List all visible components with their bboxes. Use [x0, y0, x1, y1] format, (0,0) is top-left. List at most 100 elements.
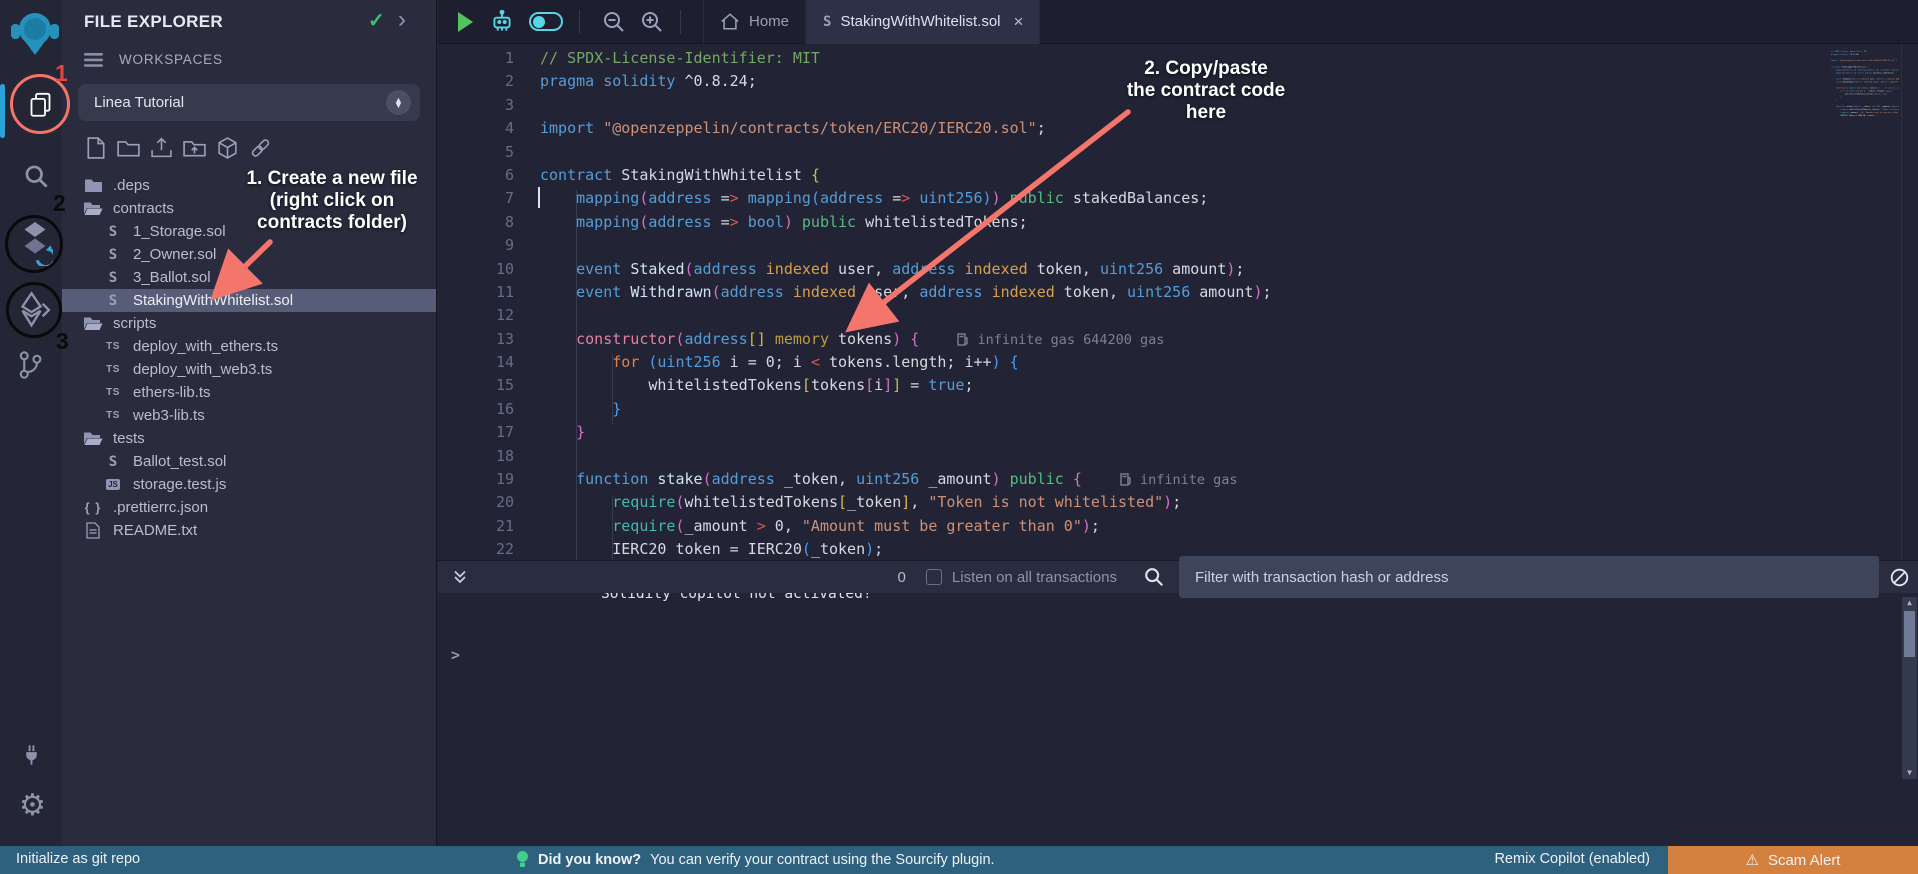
ipfs-cube-icon[interactable]	[216, 136, 239, 159]
tree-item-ethers-lib-ts[interactable]: TSethers-lib.ts	[62, 381, 436, 404]
solidity-file-icon: S	[109, 247, 117, 263]
new-folder-icon[interactable]	[117, 136, 140, 159]
terminal-panel[interactable]: Solidity copilot not activated! > ▲▼	[438, 593, 1918, 846]
editor-scrollbar-gutter[interactable]	[1901, 44, 1918, 560]
line-number: 4	[438, 117, 514, 140]
code-line: }	[540, 421, 1828, 444]
line-number: 5	[438, 141, 514, 164]
tree-item-label: tests	[113, 430, 145, 447]
solidity-file-icon: S	[109, 224, 117, 240]
indent-guide	[612, 354, 613, 424]
tree-item-label: contracts	[113, 200, 174, 217]
tree-item-label: Ballot_test.sol	[133, 453, 226, 470]
close-tab-icon[interactable]: ×	[1014, 12, 1024, 32]
line-number: 15	[438, 374, 514, 397]
tree-item-tests[interactable]: tests	[62, 427, 436, 450]
git-init-button[interactable]: Initialize as git repo	[16, 851, 140, 867]
code-line: // SPDX-License-Identifier: MIT	[540, 47, 1828, 70]
tree-item-label: 3_Ballot.sol	[133, 269, 211, 286]
upload-folder-icon[interactable]	[183, 136, 206, 159]
main-area: HomeSStakingWithWhitelist.sol× 123456789…	[438, 0, 1918, 846]
remix-logo-icon[interactable]	[10, 8, 60, 60]
clear-console-ban-icon[interactable]	[1889, 567, 1910, 588]
tree-item-web3-lib-ts[interactable]: TSweb3-lib.ts	[62, 404, 436, 427]
tree-item-1-storage-sol[interactable]: S 1_Storage.sol	[62, 220, 436, 243]
lightbulb-icon	[516, 850, 529, 869]
tree-item-label: 1_Storage.sol	[133, 223, 226, 240]
tree-item-label: 2_Owner.sol	[133, 246, 216, 263]
javascript-file-icon: JS	[106, 479, 120, 490]
tree-item-contracts[interactable]: contracts	[62, 197, 436, 220]
file-explorer-icon[interactable]	[27, 91, 54, 118]
new-file-icon[interactable]	[84, 136, 107, 159]
tree-item-label: web3-lib.ts	[133, 407, 205, 424]
link-icon[interactable]	[249, 136, 272, 159]
home-icon	[720, 12, 740, 31]
deploy-run-icon[interactable]	[19, 291, 51, 329]
listen-checkbox[interactable]	[926, 569, 942, 585]
git-icon[interactable]	[16, 350, 44, 380]
code-line: mapping(address => bool) public whitelis…	[540, 211, 1828, 234]
tree-item--prettierrc-json[interactable]: { } .prettierrc.json	[62, 496, 436, 519]
transaction-filter-input[interactable]	[1179, 556, 1879, 598]
active-plugin-indicator	[0, 84, 5, 138]
line-number: 8	[438, 211, 514, 234]
scam-alert-button[interactable]: ⚠ Scam Alert	[1668, 846, 1918, 874]
tree-item-label: .deps	[113, 177, 150, 194]
code-editor[interactable]: 12345678910111213141516171819202122 // S…	[438, 44, 1918, 560]
plugin-manager-icon[interactable]	[20, 743, 43, 767]
did-you-know-tip: Did you know? You can verify your contra…	[516, 850, 995, 869]
tree-item-ballot-test-sol[interactable]: SBallot_test.sol	[62, 450, 436, 473]
tree-item-scripts[interactable]: scripts	[62, 312, 436, 335]
hamburger-menu-icon[interactable]	[84, 53, 103, 67]
workspace-switch-icon[interactable]: ▲▼	[386, 90, 411, 115]
copilot-status[interactable]: Remix Copilot (enabled)	[1494, 851, 1650, 867]
expand-chevron-icon[interactable]: ›	[398, 6, 406, 34]
folder-open-icon	[83, 431, 103, 446]
tree-item-label: storage.test.js	[133, 476, 226, 493]
line-number: 6	[438, 164, 514, 187]
solidity-compiler-icon[interactable]	[17, 220, 53, 266]
tree-item-label: scripts	[113, 315, 156, 332]
tree-item-stakingwithwhitelist-sol[interactable]: SStakingWithWhitelist.sol	[62, 289, 436, 312]
terminal-collapse-icon[interactable]	[452, 569, 468, 585]
tree-item-3-ballot-sol[interactable]: S3_Ballot.sol	[62, 266, 436, 289]
line-number: 20	[438, 491, 514, 514]
terminal-search-icon[interactable]	[1143, 566, 1165, 588]
search-icon[interactable]	[23, 163, 50, 190]
run-script-button[interactable]	[456, 11, 475, 33]
gas-estimate: infinite gas	[1120, 472, 1238, 488]
transaction-count: 0	[898, 569, 906, 586]
zoom-out-icon[interactable]	[602, 10, 626, 34]
zoom-in-icon[interactable]	[640, 10, 664, 34]
minimap[interactable]: // SPDX-License-Identifier: MITpragma so…	[1831, 50, 1899, 142]
tree-item-deploy-with-ethers-ts[interactable]: TSdeploy_with_ethers.ts	[62, 335, 436, 358]
json-file-icon: { }	[85, 500, 102, 515]
tree-item-deploy-with-web3-ts[interactable]: TS deploy_with_web3.ts	[62, 358, 436, 381]
tree-item-label: deploy_with_web3.ts	[133, 361, 272, 378]
typescript-file-icon: TS	[106, 341, 120, 352]
terminal-scrollbar[interactable]: ▲▼	[1902, 597, 1917, 779]
tree-item-label: .prettierrc.json	[113, 499, 208, 516]
line-number: 7	[438, 187, 514, 210]
tab-stakingwithwhitelist-sol[interactable]: S StakingWithWhitelist.sol ×	[806, 0, 1040, 44]
tab-label: Home	[749, 13, 789, 30]
terminal-toolbar: 0 Listen on all transactions	[438, 560, 1918, 593]
panel-title: FILE EXPLORER	[84, 12, 223, 32]
line-number: 19	[438, 468, 514, 491]
save-check-icon[interactable]: ✓	[368, 8, 385, 33]
workspace-select[interactable]: Linea Tutorial ▲▼	[78, 84, 420, 121]
tree-item-storage-test-js[interactable]: JS storage.test.js	[62, 473, 436, 496]
tab-label: StakingWithWhitelist.sol	[840, 13, 1000, 30]
upload-file-icon[interactable]	[150, 136, 173, 159]
tree-item-2-owner-sol[interactable]: S 2_Owner.sol	[62, 243, 436, 266]
ai-copilot-robot-icon[interactable]	[489, 9, 515, 35]
tree-item-readme-txt[interactable]: README.txt	[62, 519, 436, 542]
tab-home[interactable]: Home	[703, 0, 806, 44]
copilot-toggle[interactable]	[529, 12, 563, 31]
settings-gear-icon[interactable]: ⚙	[19, 791, 46, 821]
tree-item--deps[interactable]: .deps	[62, 174, 436, 197]
code-line: require(whitelistedTokens[_token], "Toke…	[540, 491, 1828, 514]
typescript-file-icon: TS	[106, 364, 120, 375]
solidity-file-icon: S	[823, 14, 831, 30]
